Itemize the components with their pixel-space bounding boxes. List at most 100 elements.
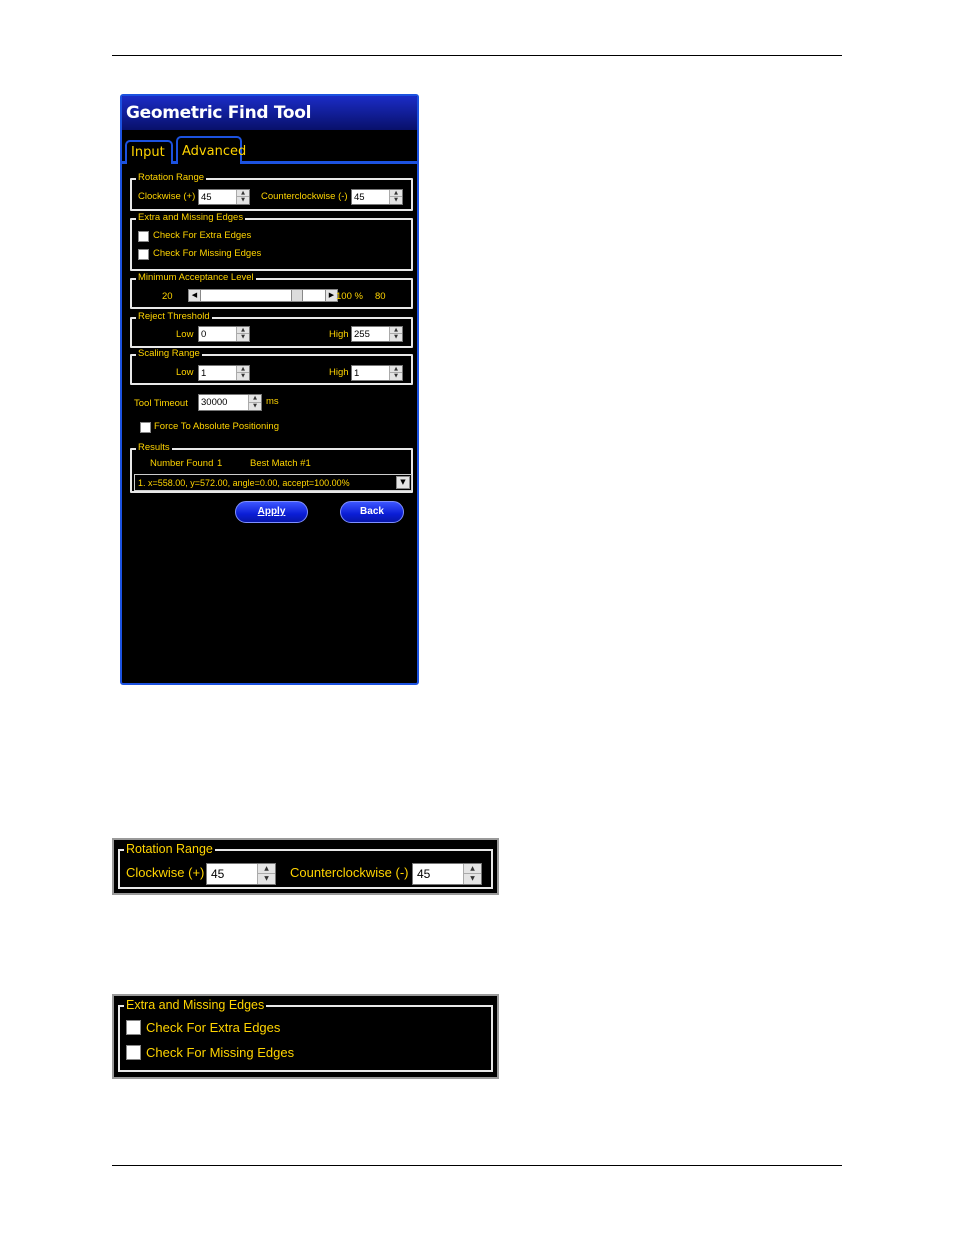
zoom-counterclockwise-stepper-buttons[interactable]: ▲ ▼ [463, 864, 481, 884]
zoom-extra-edges-checkbox[interactable] [126, 1020, 141, 1035]
results-group: Results Number Found 1 Best Match #1 1. … [130, 442, 413, 493]
spin-up-icon[interactable]: ▲ [249, 395, 261, 403]
counterclockwise-stepper[interactable]: 45 ▲ ▼ [351, 189, 403, 205]
acceptance-value-label: 80 [375, 291, 386, 302]
zoom-counterclockwise-stepper[interactable]: 45 ▲ ▼ [412, 863, 482, 885]
zoom-rotation-group: Rotation Range Clockwise (+) 45 ▲ ▼ Coun… [118, 842, 493, 889]
zoom-clockwise-value: 45 [211, 867, 225, 881]
spin-down-icon[interactable]: ▼ [258, 874, 275, 884]
clockwise-value: 45 [201, 192, 212, 203]
tab-bar: Input Advanced [122, 136, 417, 164]
timeout-label: Tool Timeout [134, 398, 188, 409]
tab-advanced[interactable]: Advanced [176, 136, 246, 164]
spin-up-icon[interactable]: ▲ [237, 190, 249, 197]
zoom-edges-legend: Extra and Missing Edges [124, 998, 267, 1012]
reject-low-stepper[interactable]: 0 ▲ ▼ [198, 326, 250, 342]
reject-low-value: 0 [201, 329, 207, 340]
panel-title: Geometric Find Tool [122, 96, 417, 130]
acceptance-group: Minimum Acceptance Level 20 ◀ ▶ 100 % 80 [130, 272, 413, 309]
reject-threshold-group: Reject Threshold Low 0 ▲ ▼ High 255 ▲ ▼ [130, 311, 413, 348]
reject-high-label: High [329, 329, 349, 340]
results-selected-value: 1. x=558.00, y=572.00, angle=0.00, accep… [138, 478, 350, 488]
scaling-high-label: High [329, 367, 349, 378]
spin-up-icon[interactable]: ▲ [390, 327, 402, 334]
timeout-value: 30000 [201, 397, 228, 408]
scaling-high-stepper[interactable]: 1 ▲ ▼ [351, 365, 403, 381]
spin-up-icon[interactable]: ▲ [464, 864, 481, 874]
zoom-clockwise-stepper[interactable]: 45 ▲ ▼ [206, 863, 276, 885]
acceptance-legend: Minimum Acceptance Level [136, 272, 256, 284]
timeout-unit: ms [266, 396, 279, 407]
results-dropdown[interactable]: 1. x=558.00, y=572.00, angle=0.00, accep… [134, 474, 412, 491]
back-button[interactable]: Back [340, 501, 404, 523]
spin-down-icon[interactable]: ▼ [390, 197, 402, 204]
zoom-counterclockwise-label: Counterclockwise (-) [290, 865, 409, 880]
zoom-counterclockwise-value: 45 [417, 867, 431, 881]
reject-high-stepper-buttons[interactable]: ▲ ▼ [389, 327, 402, 341]
zoom-clockwise-label: Clockwise (+) [126, 865, 205, 880]
spin-down-icon[interactable]: ▼ [464, 874, 481, 884]
spin-up-icon[interactable]: ▲ [237, 327, 249, 334]
missing-edges-label: Check For Missing Edges [153, 248, 262, 259]
timeout-stepper[interactable]: 30000 ▲ ▼ [198, 394, 262, 411]
extra-edges-checkbox[interactable] [138, 231, 149, 242]
zoom-edges: Extra and Missing Edges Check For Extra … [112, 994, 499, 1079]
scaling-low-stepper[interactable]: 1 ▲ ▼ [198, 365, 250, 381]
rotation-range-group: Rotation Range Clockwise (+) 45 ▲ ▼ Coun… [130, 172, 413, 211]
header-rule [112, 55, 842, 56]
zoom-rotation-legend: Rotation Range [124, 842, 215, 856]
reject-threshold-legend: Reject Threshold [136, 311, 212, 323]
zoom-extra-edges-label: Check For Extra Edges [146, 1020, 281, 1035]
zoom-clockwise-stepper-buttons[interactable]: ▲ ▼ [257, 864, 275, 884]
extra-edges-label: Check For Extra Edges [153, 230, 252, 241]
tab-input[interactable]: Input [125, 140, 173, 164]
spin-down-icon[interactable]: ▼ [390, 373, 402, 380]
counterclockwise-label: Counterclockwise (-) [261, 191, 348, 202]
acceptance-slider[interactable]: ◀ ▶ [188, 289, 338, 302]
apply-button[interactable]: Apply [235, 501, 308, 523]
spin-down-icon[interactable]: ▼ [390, 334, 402, 341]
reject-high-value: 255 [354, 329, 370, 340]
spin-up-icon[interactable]: ▲ [258, 864, 275, 874]
edges-group: Extra and Missing Edges Check For Extra … [130, 212, 413, 271]
geometric-find-tool-panel: Geometric Find Tool Input Advanced Rotat… [120, 94, 419, 685]
reject-low-label: Low [176, 329, 194, 340]
number-found-label: Number Found [150, 458, 214, 469]
spin-up-icon[interactable]: ▲ [237, 366, 249, 373]
spin-down-icon[interactable]: ▼ [237, 334, 249, 341]
zoom-rotation-range: Rotation Range Clockwise (+) 45 ▲ ▼ Coun… [112, 838, 499, 895]
chevron-down-icon[interactable]: ▼ [396, 476, 410, 489]
acceptance-min-label: 20 [162, 291, 173, 302]
zoom-edges-group: Extra and Missing Edges Check For Extra … [118, 998, 493, 1072]
rotation-range-legend: Rotation Range [136, 172, 207, 184]
counterclockwise-stepper-buttons[interactable]: ▲ ▼ [389, 190, 402, 204]
spin-up-icon[interactable]: ▲ [390, 190, 402, 197]
scaling-range-legend: Scaling Range [136, 348, 202, 360]
best-match-label: Best Match #1 [250, 458, 311, 469]
zoom-missing-edges-checkbox[interactable] [126, 1045, 141, 1060]
number-found-value: 1 [217, 458, 223, 469]
clockwise-stepper[interactable]: 45 ▲ ▼ [198, 189, 250, 205]
scaling-low-value: 1 [201, 368, 207, 379]
scaling-range-group: Scaling Range Low 1 ▲ ▼ High 1 ▲ ▼ [130, 348, 413, 385]
acceptance-percent-label: 100 % [336, 291, 363, 302]
edges-legend: Extra and Missing Edges [136, 212, 246, 224]
spin-down-icon[interactable]: ▼ [249, 403, 261, 411]
slider-left-arrow-icon[interactable]: ◀ [189, 290, 201, 301]
clockwise-label: Clockwise (+) [138, 191, 196, 202]
spin-up-icon[interactable]: ▲ [390, 366, 402, 373]
spin-down-icon[interactable]: ▼ [237, 373, 249, 380]
timeout-stepper-buttons[interactable]: ▲ ▼ [248, 395, 261, 410]
force-absolute-checkbox[interactable] [140, 422, 151, 433]
missing-edges-checkbox[interactable] [138, 249, 149, 260]
slider-thumb[interactable] [291, 290, 303, 301]
clockwise-stepper-buttons[interactable]: ▲ ▼ [236, 190, 249, 204]
counterclockwise-value: 45 [354, 192, 365, 203]
reject-high-stepper[interactable]: 255 ▲ ▼ [351, 326, 403, 342]
reject-low-stepper-buttons[interactable]: ▲ ▼ [236, 327, 249, 341]
zoom-missing-edges-label: Check For Missing Edges [146, 1045, 295, 1060]
scaling-high-stepper-buttons[interactable]: ▲ ▼ [389, 366, 402, 380]
scaling-low-stepper-buttons[interactable]: ▲ ▼ [236, 366, 249, 380]
footer-rule [112, 1165, 842, 1166]
spin-down-icon[interactable]: ▼ [237, 197, 249, 204]
